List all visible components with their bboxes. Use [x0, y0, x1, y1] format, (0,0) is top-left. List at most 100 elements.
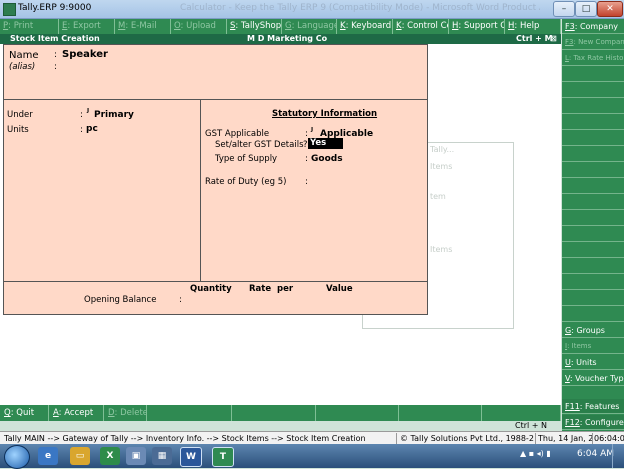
header-close-icon[interactable]: ⊠ — [550, 34, 557, 44]
excel-taskbar-icon[interactable]: X — [100, 447, 120, 465]
right-button-items[interactable]: I: Items — [562, 339, 624, 354]
divider — [200, 99, 201, 281]
shortcut-key: Q — [4, 408, 11, 418]
units-field[interactable]: pc — [86, 124, 98, 134]
right-panel-empty-slot — [562, 179, 624, 194]
bottom-button-delete[interactable]: D: Delete — [104, 405, 147, 421]
under-mark: ᴶ — [87, 108, 90, 118]
screen-header: Stock Item Creation M D Marketing Co Ctr… — [0, 34, 561, 44]
right-button-units[interactable]: U: Units — [562, 355, 624, 370]
right-panel-empty-slot — [562, 291, 624, 306]
top-button-supportcentre[interactable]: H: Support Centre — [449, 19, 505, 34]
right-panel-empty-slot — [562, 259, 624, 274]
top-button-keyboard[interactable]: K: Keyboard — [337, 19, 393, 34]
ctrl-n-strip: Ctrl + N — [0, 421, 561, 431]
maximize-button[interactable]: □ — [575, 1, 597, 17]
divider — [396, 433, 397, 444]
top-button-controlcentre[interactable]: K: Control Centre — [393, 19, 449, 34]
right-button-configure[interactable]: F12: Configure — [562, 415, 624, 430]
right-panel-empty-slot — [562, 211, 624, 226]
right-panel-empty-slot — [562, 195, 624, 210]
top-button-print[interactable]: P: Print — [0, 19, 59, 34]
bottom-button-empty — [316, 405, 399, 421]
right-button-taxratehistory[interactable]: L: Tax Rate History — [562, 51, 624, 66]
rate-of-duty-colon: : — [305, 177, 308, 187]
ghost-text: Items — [430, 245, 453, 254]
opening-balance-colon: : — [179, 295, 182, 305]
name-colon: : — [54, 50, 57, 60]
divider — [4, 281, 427, 282]
gst-applicable-mark: ᴶ — [311, 127, 314, 137]
right-button-newcompany[interactable]: F3: New Company — [562, 35, 624, 50]
company-name: M D Marketing Co — [247, 34, 328, 43]
type-of-supply-field[interactable]: Goods — [311, 154, 343, 164]
calculator-taskbar-icon[interactable]: ▦ — [152, 447, 172, 465]
button-label: : Language — [291, 21, 337, 31]
minimize-button[interactable]: – — [553, 1, 575, 17]
ghost-text: Items — [430, 162, 453, 171]
bottom-button-accept[interactable]: A: Accept — [49, 405, 104, 421]
right-button-features[interactable]: F11: Features — [562, 399, 624, 414]
word-taskbar-icon[interactable]: W — [180, 447, 202, 467]
top-button-email[interactable]: M: E-Mail — [115, 19, 171, 34]
button-label: : Export — [67, 21, 101, 31]
ghost-text: tem — [430, 192, 446, 201]
right-panel-empty-slot — [562, 147, 624, 162]
ie-taskbar-icon[interactable]: e — [38, 447, 58, 465]
folder-taskbar-icon[interactable]: ▭ — [70, 447, 90, 465]
right-panel-empty-slot — [562, 243, 624, 258]
app-taskbar-icon[interactable]: ▣ — [126, 447, 146, 465]
top-button-tallyshop[interactable]: S: TallyShop — [227, 19, 282, 34]
start-button[interactable] — [4, 445, 30, 469]
set-alter-gst-field[interactable]: Yes — [308, 138, 343, 149]
window-title-bar: Tally.ERP 9:9000 Calculator - Keep the T… — [0, 0, 624, 19]
name-field[interactable]: Speaker — [62, 49, 108, 60]
right-button-company[interactable]: F3: Company — [562, 19, 624, 34]
right-button-groups[interactable]: G: Groups — [562, 323, 624, 338]
header-shortcut: Ctrl + M — [516, 34, 553, 43]
system-tray-icons[interactable]: ▲ ▪ ◂) ▮ — [520, 449, 551, 458]
taskbar-clock: 6:04 AM — [577, 449, 614, 459]
show-desktop-button[interactable] — [612, 444, 624, 468]
close-button[interactable]: ✕ — [597, 1, 623, 17]
button-label: : Voucher Types — [569, 374, 624, 383]
top-button-upload[interactable]: O: Upload — [171, 19, 227, 34]
value-column-header: Value — [326, 284, 353, 294]
bottom-button-quit[interactable]: Q: Quit — [0, 405, 49, 421]
right-panel-empty-slot — [562, 227, 624, 242]
right-panel-empty-slot — [562, 131, 624, 146]
top-button-bar: P: Print E: Export M: E-Mail O: Upload S: Ta… — [0, 19, 561, 34]
shortcut-key: F11 — [565, 402, 580, 411]
button-label: : TallyShop — [235, 21, 282, 31]
bottom-button-bar: Q: Quit A: Accept D: Delete — [0, 405, 561, 421]
rate-per-column-header: Rate per — [249, 284, 294, 294]
button-label: : Items — [567, 342, 592, 350]
top-button-export[interactable]: E: Export — [59, 19, 115, 34]
set-alter-gst-colon: ? — [303, 140, 308, 150]
status-bar: Tally MAIN --> Gateway of Tally --> Inve… — [0, 431, 624, 445]
right-panel-empty-slot — [562, 163, 624, 178]
top-button-language[interactable]: G: Language — [282, 19, 337, 34]
right-panel-empty-slot — [562, 99, 624, 114]
right-panel-empty-slot — [562, 67, 624, 82]
under-label: Under — [7, 110, 33, 120]
button-label: : New Company — [573, 38, 624, 46]
under-field[interactable]: Primary — [94, 110, 134, 120]
quantity-column-header: Quantity — [190, 284, 232, 294]
button-label: : Help — [514, 21, 540, 31]
right-button-vouchertypes[interactable]: V: Voucher Types — [562, 371, 624, 386]
ctrl-n-shortcut[interactable]: Ctrl + N — [515, 421, 547, 430]
tally-app-icon — [3, 3, 16, 16]
type-of-supply-label: Type of Supply — [215, 154, 278, 164]
shortcut-key: F3 — [565, 22, 575, 31]
right-panel-empty-slot — [562, 115, 624, 130]
type-of-supply-colon: : — [305, 154, 308, 164]
top-button-help[interactable]: H: Help — [505, 19, 561, 34]
divider — [4, 99, 427, 100]
bottom-button-empty — [232, 405, 316, 421]
right-panel-empty-slot — [562, 83, 624, 98]
tally-taskbar-icon[interactable]: T — [212, 447, 234, 467]
set-alter-gst-label: Set/alter GST Details — [215, 140, 304, 150]
right-button-panel: F3: Company F3: New Company L: Tax Rate Hi… — [562, 19, 624, 431]
under-colon: : — [80, 110, 83, 120]
